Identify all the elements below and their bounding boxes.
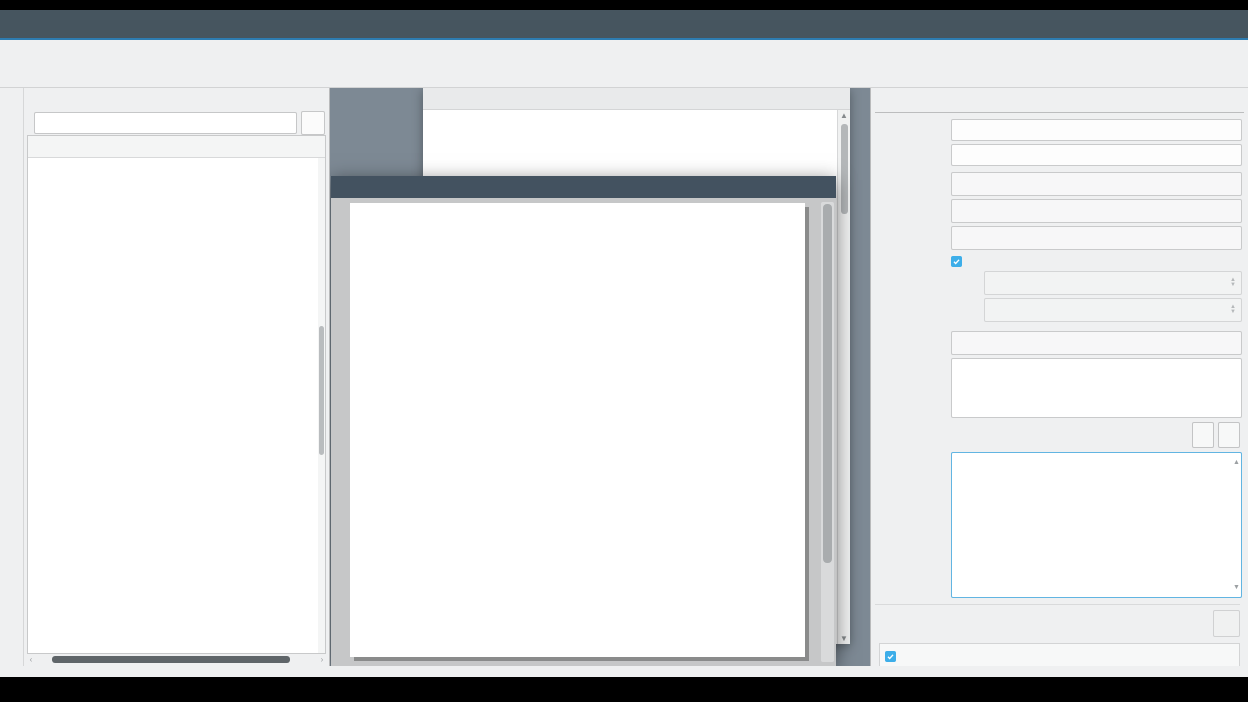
tree-header[interactable]	[28, 136, 325, 158]
fit-results-text[interactable]: ▲▼	[951, 452, 1242, 598]
formula-editor[interactable]	[951, 358, 1242, 418]
worksheet-page[interactable]	[350, 203, 805, 657]
max-spinbox[interactable]: ▲▼	[984, 298, 1242, 322]
close-icon[interactable]	[1218, 15, 1236, 33]
chevrons-up-icon[interactable]	[58, 15, 76, 33]
weights-combobox[interactable]	[951, 226, 1242, 250]
menubar	[0, 40, 1248, 61]
tree-vertical-scrollbar[interactable]	[318, 158, 325, 653]
y-data-combobox[interactable]	[951, 199, 1242, 223]
options-button[interactable]	[1218, 422, 1240, 448]
parameters-button[interactable]	[1192, 422, 1214, 448]
checkbox-checked-icon	[951, 256, 962, 267]
worksheet-vertical-scrollbar[interactable]	[821, 202, 834, 662]
spreadsheet-icon	[429, 90, 447, 108]
window-titlebar[interactable]	[0, 10, 1248, 40]
search-input[interactable]	[34, 112, 297, 134]
checkbox-checked-icon	[885, 651, 896, 662]
project-tree	[27, 135, 326, 654]
maximize-diamond-icon[interactable]	[1188, 15, 1206, 33]
name-label	[879, 119, 951, 122]
auto-range-checkbox[interactable]	[951, 253, 1242, 267]
project-explorer-panel: ‹›	[24, 88, 330, 666]
recalculate-button[interactable]	[1213, 610, 1240, 637]
fx-label	[879, 358, 951, 372]
labplot-window: ‹› ▲▼	[0, 10, 1248, 677]
cartesian-plot-toolbar	[0, 88, 24, 666]
spreadsheet-window-titlebar[interactable]	[423, 88, 850, 110]
x-data-label	[879, 172, 951, 175]
filter-options-button[interactable]	[301, 111, 325, 135]
residuals-plot[interactable]	[376, 492, 788, 637]
mdi-area: ▲▼	[330, 88, 870, 666]
worksheet-window-titlebar[interactable]	[331, 176, 836, 198]
x-data-combobox[interactable]	[951, 172, 1242, 196]
comment-field[interactable]	[951, 144, 1242, 166]
name-field[interactable]	[951, 119, 1242, 141]
y-data-label	[879, 199, 951, 202]
weights-label	[879, 226, 951, 229]
worksheet-view[interactable]	[331, 198, 836, 666]
minimize-chevron-icon[interactable]	[1158, 15, 1176, 33]
spreadsheet-vertical-scrollbar[interactable]: ▲▼	[837, 110, 850, 644]
pin-icon[interactable]	[32, 15, 50, 33]
worksheet-window[interactable]	[331, 176, 836, 666]
tree-horizontal-scrollbar[interactable]: ‹›	[27, 655, 326, 664]
fit-to-data-plot[interactable]	[376, 218, 789, 479]
model-combobox[interactable]	[951, 331, 1242, 355]
visible-checkbox[interactable]	[879, 643, 1240, 666]
model-label	[879, 331, 951, 334]
min-spinbox[interactable]: ▲▼	[984, 271, 1242, 295]
fit-dock: ▲▼ ▲▼	[870, 88, 1248, 666]
status-strip	[0, 666, 1248, 677]
comment-label	[879, 144, 951, 147]
labplot-app-icon	[6, 15, 24, 33]
results-label	[879, 452, 951, 455]
main-toolbar	[0, 61, 1248, 88]
x-range-label	[879, 253, 951, 256]
